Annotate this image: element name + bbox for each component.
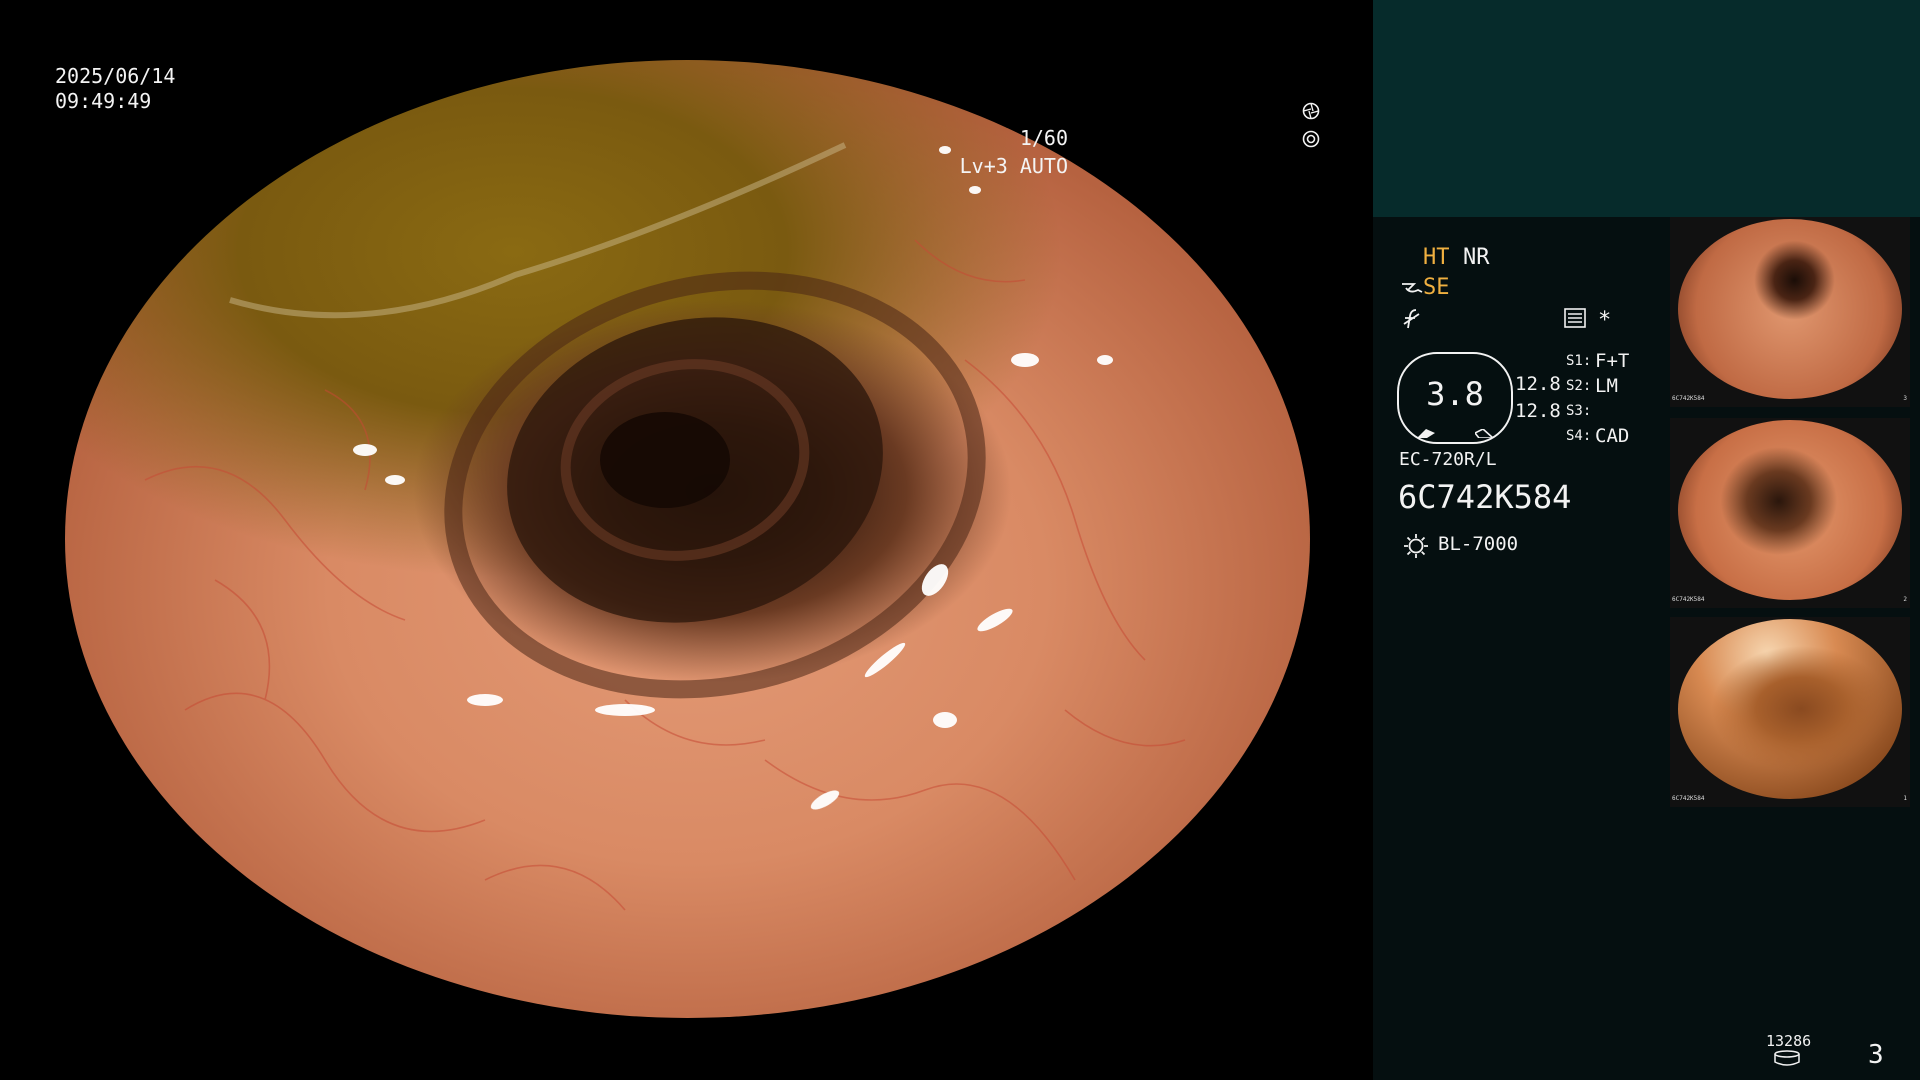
switch-1-label: S1:: [1566, 353, 1592, 369]
thumbnail-serial: 6C742K584: [1672, 596, 1705, 603]
capture-thumbnail-2[interactable]: 6C742K584 2: [1670, 418, 1910, 608]
thumbnail-serial: 6C742K584: [1672, 795, 1705, 802]
ht-indicator: HT: [1423, 245, 1450, 270]
gauge-value: 3.8: [1426, 375, 1484, 413]
thumbnail-index: 1: [1903, 795, 1907, 802]
exam-time: 09:49:49: [55, 89, 152, 113]
switch-2-value: LM: [1595, 375, 1618, 397]
mucosa-texture: [144, 142, 1186, 911]
thumbnail-image: [1678, 219, 1902, 399]
structure-enhance-icon: [1402, 283, 1423, 293]
light-source-icon: [1404, 534, 1428, 558]
info-panel-header: [1373, 0, 1920, 217]
light-source-model: BL-7000: [1438, 533, 1519, 555]
endoscope-live-view: [65, 60, 1310, 1018]
thumbnail-index: 3: [1903, 395, 1907, 402]
thumbnail-serial: 6C742K584: [1672, 395, 1705, 402]
side-value-2: 12.8: [1515, 400, 1561, 422]
thumbnail-index: 2: [1903, 596, 1907, 603]
switch-4-value: CAD: [1595, 425, 1630, 447]
scope-model: EC-720R/L: [1399, 449, 1497, 470]
f-symbol-icon: [1403, 309, 1420, 329]
page-number: 3: [1868, 1040, 1884, 1070]
auto-exposure-icon: [1302, 130, 1320, 148]
aperture-icon: [1302, 102, 1320, 120]
image-counter: 13286: [1766, 1032, 1812, 1050]
magnification-gauge: 3.8: [1397, 352, 1513, 444]
switch-4-label: S4:: [1566, 428, 1592, 444]
capture-thumbnail-1[interactable]: 6C742K584 1: [1670, 617, 1910, 807]
gauge-left-mark-icon: [1417, 429, 1435, 438]
capture-thumbnail-3[interactable]: 6C742K584 3: [1670, 217, 1910, 407]
switch-2-label: S2:: [1566, 378, 1592, 394]
star-marker: *: [1598, 308, 1612, 333]
switch-1-value: F+T: [1595, 350, 1630, 372]
settings-list-icon: [1564, 308, 1586, 328]
nr-indicator: NR: [1463, 245, 1490, 270]
switch-3-label: S3:: [1566, 403, 1592, 419]
side-value-1: 12.8: [1515, 373, 1561, 395]
exam-date: 2025/06/14: [55, 64, 176, 88]
exposure-level: Lv+3 AUTO: [911, 126, 1068, 207]
storage-icon: [1774, 1050, 1800, 1066]
gauge-right-mark-icon: [1475, 429, 1493, 438]
exposure-value: Lv+3 AUTO: [959, 154, 1068, 178]
endoscopy-screen: 2025/06/14 09:49:49 1/60 Lv+3 AUTO HT NR…: [0, 0, 1920, 1080]
thumbnail-image: [1678, 420, 1902, 600]
thumbnail-image: [1678, 619, 1902, 799]
se-indicator: SE: [1423, 275, 1450, 300]
scope-serial: 6C742K584: [1398, 478, 1572, 516]
